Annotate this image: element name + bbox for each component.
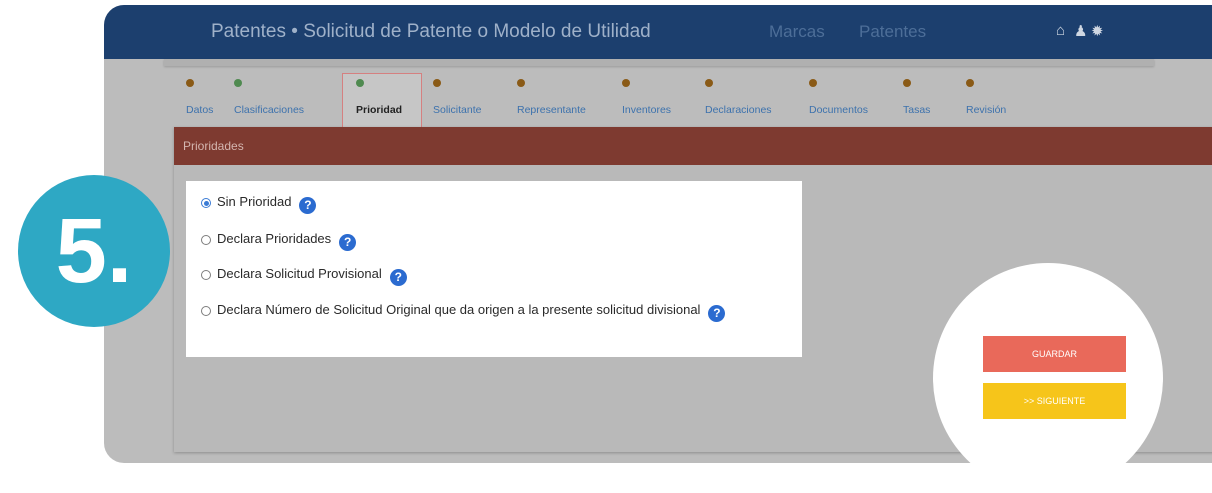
option-label: Declara Prioridades [217, 231, 332, 246]
settings-icon[interactable]: ✹ [1091, 22, 1104, 40]
siguiente-button[interactable]: >> SIGUIENTE [983, 383, 1126, 419]
tab-label: Representante [517, 104, 586, 116]
nav-link-marcas[interactable]: Marcas [769, 22, 825, 42]
help-icon[interactable]: ? [339, 234, 357, 251]
home-icon[interactable]: ⌂ [1056, 22, 1065, 39]
tab-label: Revisión [966, 104, 1007, 116]
guardar-button[interactable]: GUARDAR [983, 336, 1126, 372]
radio-button[interactable] [201, 270, 211, 280]
check-icon [234, 79, 242, 87]
priority-options-panel: Sin Prioridad? Declara Prioridades? Decl… [186, 181, 802, 357]
subheader-bar [164, 59, 1154, 66]
card-header: Prioridades [174, 127, 1212, 165]
tab-label: Tasas [903, 104, 931, 116]
radio-button[interactable] [201, 235, 211, 245]
warning-icon [517, 79, 525, 87]
card-title: Prioridades [183, 139, 244, 153]
warning-icon [622, 79, 630, 87]
radio-button[interactable] [201, 198, 211, 208]
option-label: Sin Prioridad [217, 194, 292, 209]
tab-label: Inventores [622, 104, 672, 116]
option-label: Declara Solicitud Provisional [217, 266, 382, 281]
tab-label: Clasificaciones [234, 104, 305, 116]
tab-label: Prioridad [356, 104, 403, 116]
buttons-spotlight [933, 263, 1163, 493]
warning-icon [186, 79, 194, 87]
tab-label: Solicitante [433, 104, 482, 116]
warning-icon [705, 79, 713, 87]
help-icon[interactable]: ? [299, 197, 317, 214]
help-icon[interactable]: ? [708, 305, 726, 322]
radio-button[interactable] [201, 306, 211, 316]
warning-icon [433, 79, 441, 87]
check-icon [356, 79, 364, 87]
user-icon[interactable]: ♟ [1074, 22, 1087, 40]
app-title: Patentes • Solicitud de Patente o Modelo… [211, 21, 651, 42]
nav-link-patentes[interactable]: Patentes [859, 22, 926, 42]
step-number-badge: 5. [18, 175, 170, 327]
warning-icon [903, 79, 911, 87]
tab-label: Documentos [809, 104, 868, 116]
tab-label: Datos [186, 104, 214, 116]
top-navbar: Patentes • Solicitud de Patente o Modelo… [104, 5, 1212, 59]
tab-label: Declaraciones [705, 104, 772, 116]
warning-icon [809, 79, 817, 87]
help-icon[interactable]: ? [389, 269, 407, 286]
warning-icon [966, 79, 974, 87]
tab-active-highlight [342, 73, 422, 129]
option-label: Declara Número de Solicitud Original que… [217, 302, 701, 317]
